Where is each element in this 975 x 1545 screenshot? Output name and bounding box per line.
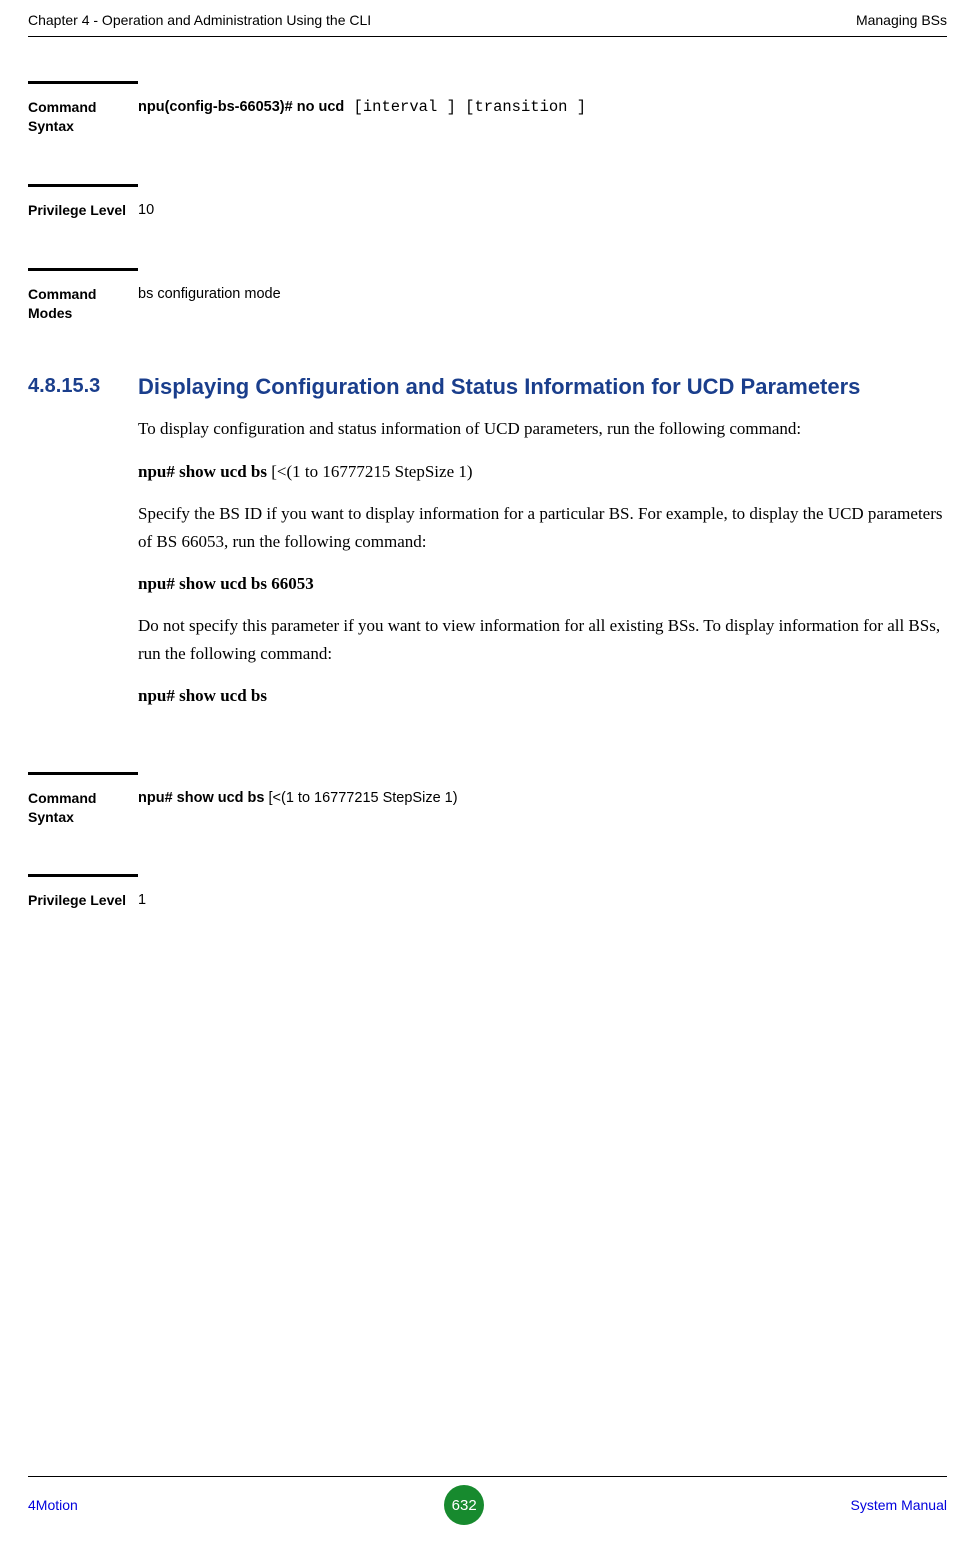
body-paragraph: Do not specify this parameter if you wan…	[138, 612, 947, 668]
header-right: Managing BSs	[856, 12, 947, 28]
page-content: Command Syntax npu(config-bs-66053)# no …	[0, 81, 975, 911]
def-label: Command Modes	[28, 285, 138, 323]
command-bold: npu# show ucd bs	[138, 462, 267, 481]
command-syntax-args: [interval ] [transition ]	[344, 98, 586, 116]
def-label: Privilege Level	[28, 201, 138, 220]
page-number: 632	[444, 1485, 484, 1525]
command-modes-block: Command Modes bs configuration mode	[28, 268, 947, 323]
section-4-8-15-3: 4.8.15.3 Displaying Configuration and St…	[28, 373, 947, 724]
def-label: Command Syntax	[28, 98, 138, 136]
command-line: npu# show ucd bs	[138, 686, 947, 706]
privilege-level-block-2: Privilege Level 1	[28, 874, 947, 910]
command-syntax-block-1: Command Syntax npu(config-bs-66053)# no …	[28, 81, 947, 136]
page-header: Chapter 4 - Operation and Administration…	[28, 0, 947, 37]
command-bold: npu# show ucd bs 66053	[138, 574, 314, 593]
section-number: 4.8.15.3	[28, 373, 138, 724]
command-syntax-bold: npu# show ucd bs	[138, 790, 269, 806]
privilege-level-block-1: Privilege Level 10	[28, 184, 947, 220]
command-bold: npu# show ucd bs	[138, 686, 267, 705]
footer-divider	[28, 1476, 947, 1477]
section-title: Displaying Configuration and Status Info…	[138, 373, 947, 402]
body-paragraph: To display configuration and status info…	[138, 415, 947, 443]
privilege-value: 10	[138, 184, 947, 220]
command-modes-value: bs configuration mode	[138, 268, 947, 323]
def-label: Privilege Level	[28, 891, 138, 910]
privilege-value: 1	[138, 874, 947, 910]
command-syntax-args: [<(1 to 16777215 StepSize 1)	[269, 790, 458, 806]
def-label: Command Syntax	[28, 789, 138, 827]
command-syntax-block-2: Command Syntax npu# show ucd bs [<(1 to …	[28, 772, 947, 827]
footer-left: 4Motion	[28, 1497, 78, 1513]
header-left: Chapter 4 - Operation and Administration…	[28, 12, 371, 28]
command-args: [<(1 to 16777215 StepSize 1)	[267, 462, 473, 481]
command-line: npu# show ucd bs 66053	[138, 574, 947, 594]
command-syntax-bold: npu(config-bs-66053)# no ucd	[138, 99, 344, 115]
footer-right: System Manual	[851, 1497, 947, 1513]
body-paragraph: Specify the BS ID if you want to display…	[138, 500, 947, 556]
command-line: npu# show ucd bs [<(1 to 16777215 StepSi…	[138, 462, 947, 482]
page-footer: 4Motion 632 System Manual	[28, 1485, 947, 1525]
